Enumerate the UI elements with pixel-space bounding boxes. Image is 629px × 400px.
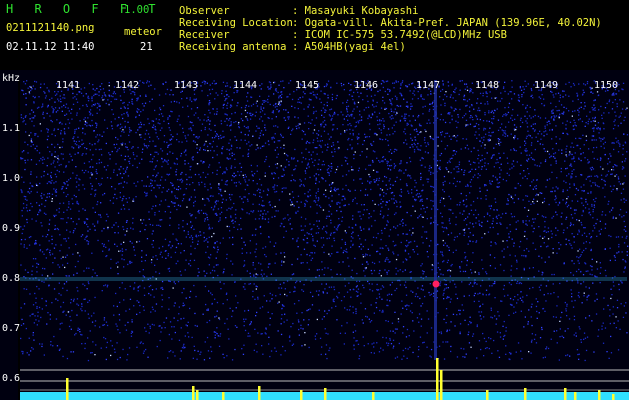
x-tick-label: 1148 <box>474 80 500 91</box>
histogram-spike <box>258 386 261 400</box>
histogram-spike <box>440 370 443 400</box>
histogram-spike <box>324 388 327 400</box>
spectrogram-canvas <box>0 70 629 400</box>
y-tick-label: 1.0 <box>2 173 21 184</box>
y-tick-label: 0.8 <box>2 273 21 284</box>
histogram-spike <box>598 390 601 400</box>
x-tick-label: 1146 <box>353 80 379 91</box>
histogram-spike <box>486 390 489 400</box>
histogram-spike <box>192 386 195 400</box>
carrier-band <box>20 277 627 281</box>
histogram-spike <box>372 392 375 400</box>
datetime-label: 02.11.12 11:40 <box>6 41 95 53</box>
x-tick-label: 1142 <box>114 80 140 91</box>
histogram-spike <box>524 388 527 400</box>
y-tick-label: 0.7 <box>2 323 21 334</box>
y-tick-label: 0.6 <box>2 373 21 384</box>
version-label: 1.00 <box>124 4 150 16</box>
x-tick-label: 1145 <box>294 80 320 91</box>
x-tick-label: 1141 <box>55 80 81 91</box>
field-value-observer: : Masayuki Kobayashi <box>292 5 419 17</box>
field-value-antenna: : A504HB(yagi 4el) <box>292 41 406 53</box>
field-value-location: : Ogata-vill. Akita-Pref. JAPAN (139.96E… <box>292 17 602 29</box>
x-tick-label: 1144 <box>232 80 258 91</box>
header-panel: H R O F F T 1.00 0211121140.png meteor 0… <box>0 0 629 70</box>
meteor-peak <box>432 280 440 288</box>
histogram-spike <box>612 394 615 400</box>
spectrogram-panel <box>0 70 629 400</box>
x-tick-label: 1149 <box>533 80 559 91</box>
histogram-spike <box>436 358 439 400</box>
histogram-spike <box>564 388 567 400</box>
histogram-spike <box>222 392 225 400</box>
histogram-spike <box>574 392 577 400</box>
x-tick-label: 1143 <box>173 80 199 91</box>
frequency-unit-label: kHz <box>2 73 21 84</box>
field-label-antenna: Receiving antenna <box>179 41 287 53</box>
field-label-location: Receiving Location <box>179 17 293 29</box>
field-value-receiver: : ICOM IC-575 53.7492(@LCD)MHz USB <box>292 29 507 41</box>
meteor-label: meteor <box>124 26 162 38</box>
y-tick-label: 1.1 <box>2 123 21 134</box>
y-tick-label: 0.9 <box>2 223 21 234</box>
histogram-spike <box>196 390 199 400</box>
histogram-spike <box>66 378 69 400</box>
histogram-spike <box>300 390 303 400</box>
meteor-count: 21 <box>140 41 153 53</box>
x-tick-label: 1147 <box>415 80 441 91</box>
meteor-streak <box>434 80 437 360</box>
field-label-observer: Observer <box>179 5 230 17</box>
filename-label: 0211121140.png <box>6 22 95 34</box>
field-label-receiver: Receiver <box>179 29 230 41</box>
x-tick-label: 1150 <box>593 80 619 91</box>
spectrogram-background <box>0 70 629 400</box>
